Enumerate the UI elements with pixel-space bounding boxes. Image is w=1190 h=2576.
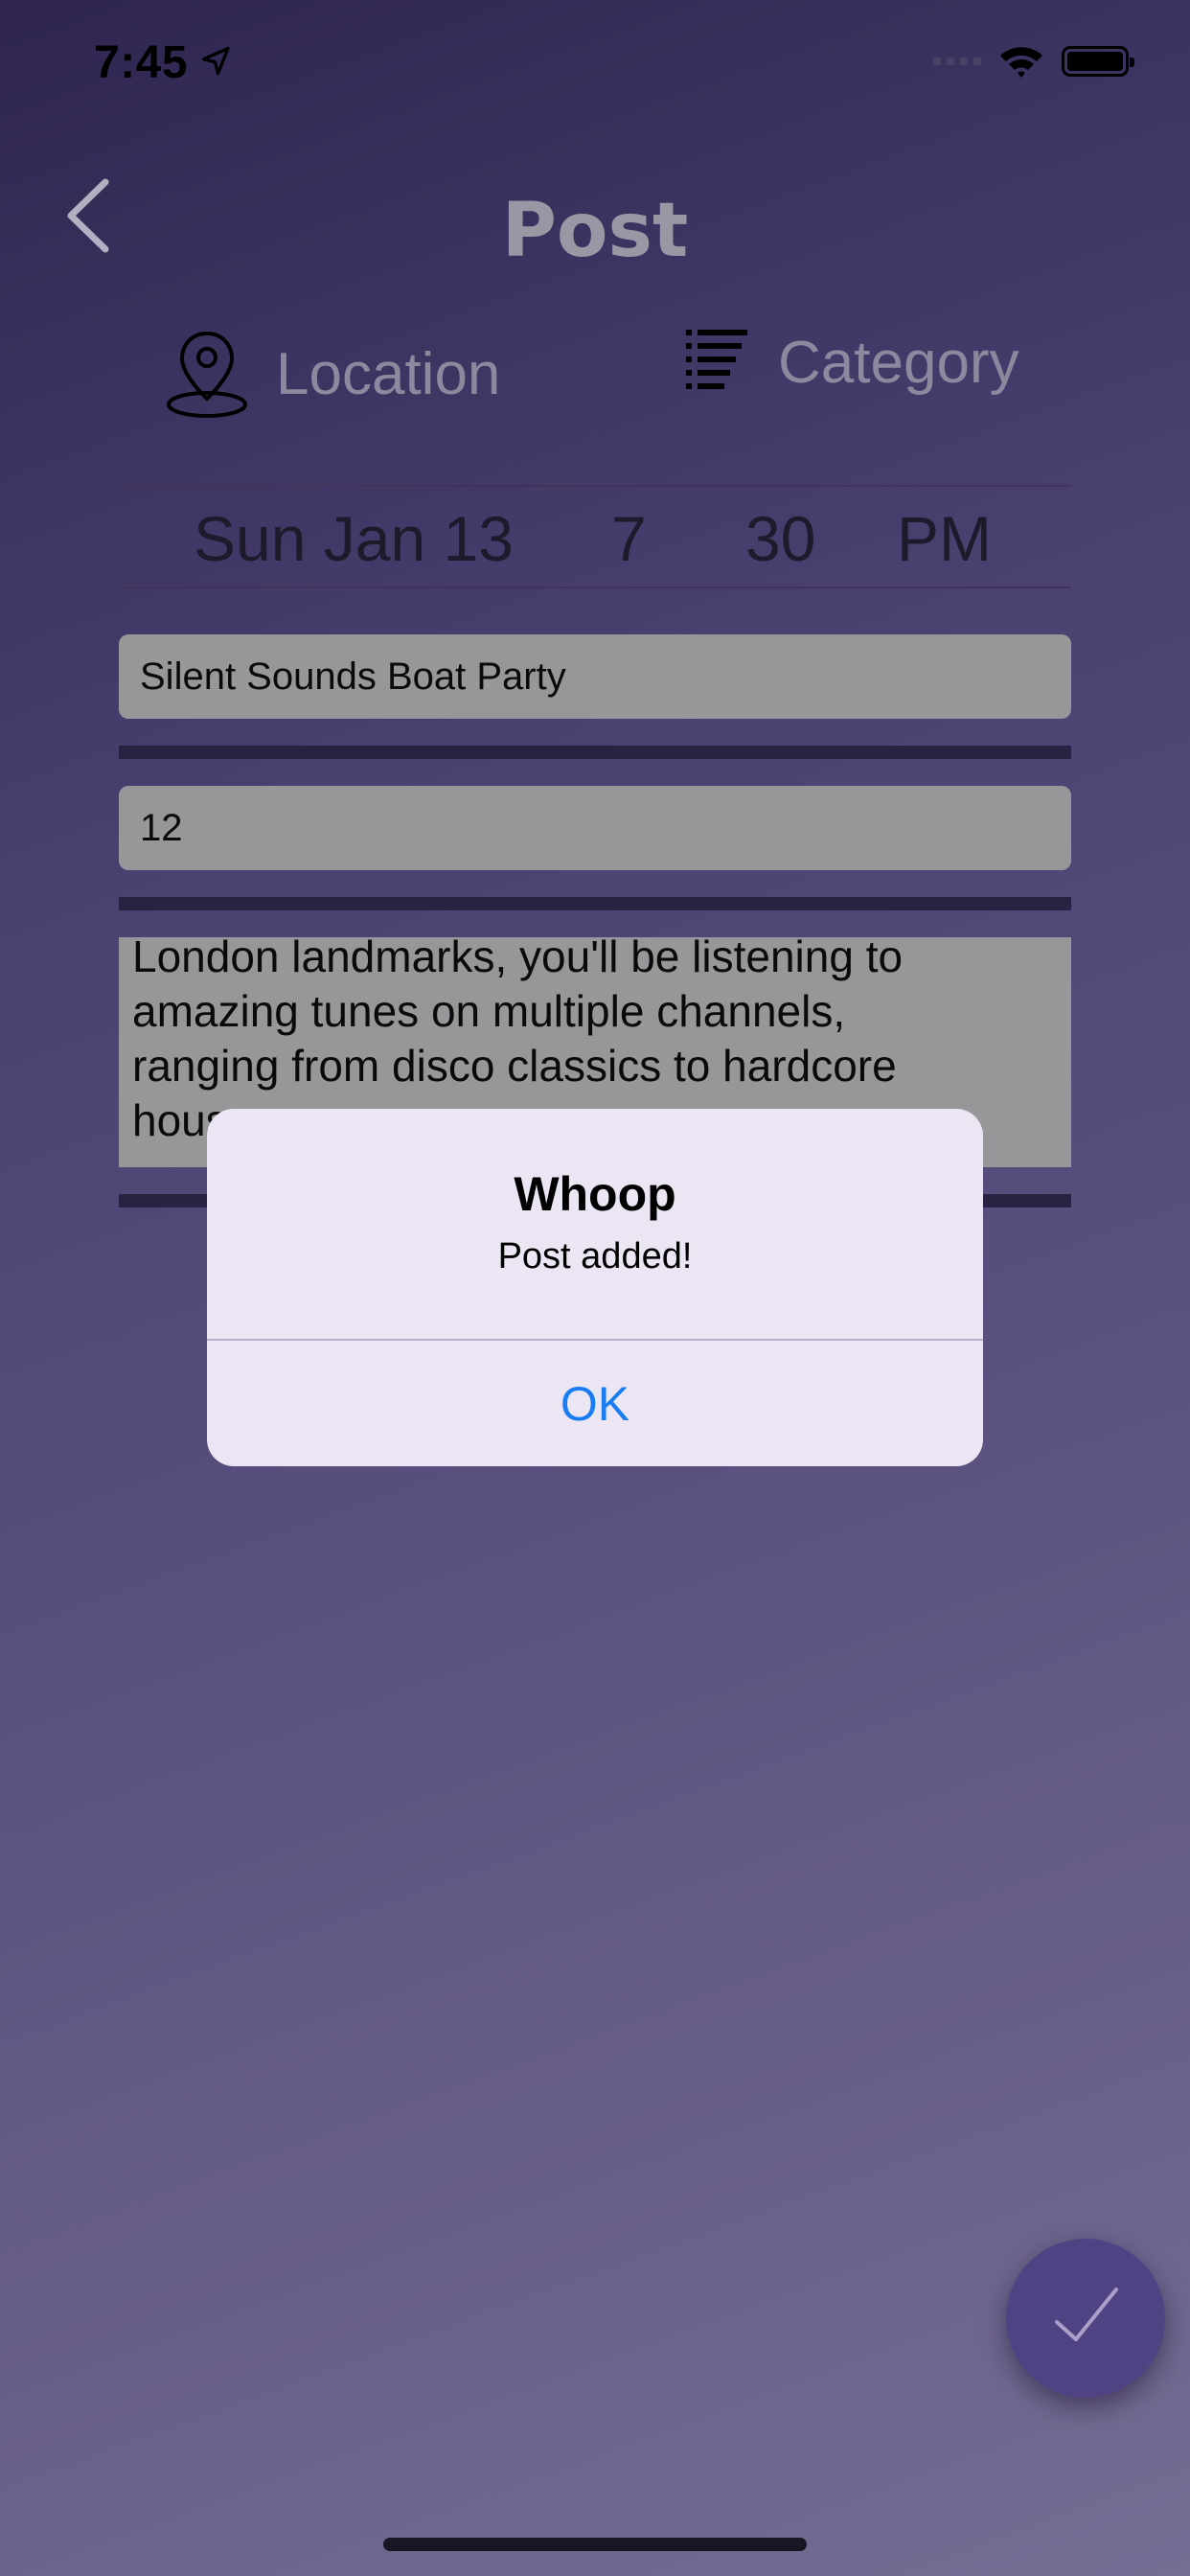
checkmark-icon [1055, 2288, 1118, 2341]
date-time-picker[interactable]: Sun Jan 13 7 30 PM [119, 485, 1071, 588]
category-selector[interactable]: Category [682, 326, 1019, 399]
divider [119, 746, 1071, 759]
submit-fab-button[interactable] [1006, 2239, 1165, 2398]
description-line: London landmarks, you'll be listening to [132, 937, 904, 981]
location-selector[interactable]: Location [165, 326, 500, 422]
alert-title: Whoop [514, 1167, 676, 1221]
page-title: Post [501, 188, 689, 274]
cell-signal-icon [933, 58, 981, 65]
title-field[interactable]: Silent Sounds Boat Party [119, 634, 1071, 719]
selector-row: Location Category [0, 326, 1190, 431]
title-field-value: Silent Sounds Boat Party [140, 655, 566, 698]
battery-icon [1062, 46, 1134, 77]
picker-period[interactable]: PM [897, 502, 992, 575]
divider [119, 897, 1071, 910]
location-label: Location [276, 340, 501, 407]
category-list-icon [686, 330, 747, 389]
alert-ok-button[interactable]: OK [207, 1341, 983, 1466]
picker-hour[interactable]: 7 [611, 502, 647, 575]
status-time: 7:45 [94, 37, 189, 88]
map-pin-icon [167, 331, 247, 418]
status-bar: 7:45 [0, 0, 1190, 125]
alert-dialog: Whoop Post added! OK [207, 1109, 983, 1466]
category-label: Category [778, 329, 1019, 396]
picker-minute[interactable]: 30 [745, 502, 815, 575]
description-line: ranging from disco classics to hardcore [132, 1041, 897, 1091]
number-field[interactable]: 12 [119, 786, 1071, 870]
number-field-value: 12 [140, 806, 183, 849]
picker-date[interactable]: Sun Jan 13 [194, 502, 514, 575]
description-line: amazing tunes on multiple channels, [132, 986, 846, 1036]
alert-message: Post added! [497, 1236, 693, 1276]
location-arrow-icon [201, 46, 230, 76]
home-indicator[interactable] [383, 2538, 807, 2551]
wifi-icon [1000, 47, 1042, 78]
